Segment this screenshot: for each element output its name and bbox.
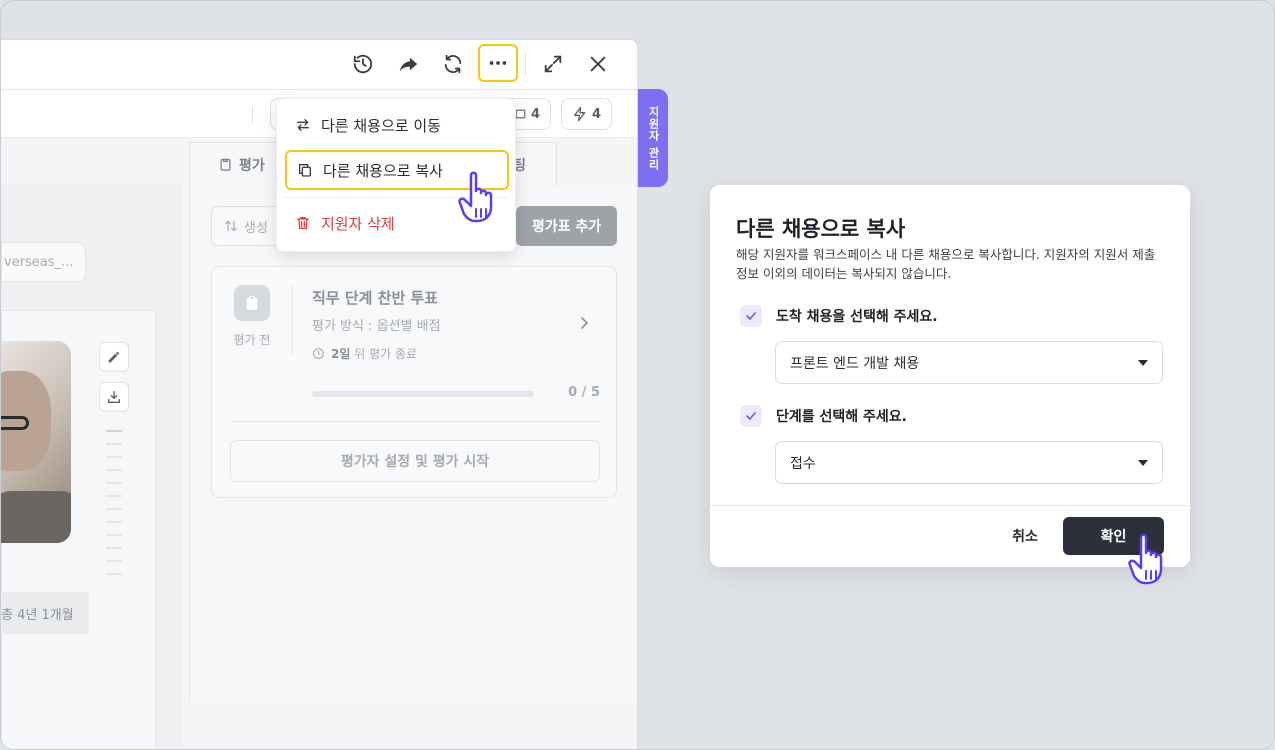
photo-shirt [1, 491, 71, 543]
profile-link-text: verseas_... [4, 254, 74, 270]
deadline-days: 2일 [331, 347, 351, 361]
profile-link-chip[interactable]: verseas_... [1, 242, 86, 282]
evaluation-progress-bar [312, 391, 534, 397]
pointer-hand-icon [458, 171, 493, 223]
evaluation-status: 평가 전 [233, 333, 271, 347]
close-button[interactable] [579, 46, 617, 82]
evaluation-deadline: 2일 뒤 평가 종료 [312, 345, 417, 362]
flash-count-badge[interactable]: 4 [561, 98, 612, 130]
flash-icon [573, 106, 586, 122]
share-icon [399, 57, 418, 72]
photo-glasses [1, 416, 29, 430]
career-text: 총 4년 1개월 [1, 607, 74, 623]
applicant-manage-tab[interactable]: 지원자 관리 [638, 89, 668, 187]
window-toolbar [1, 40, 637, 90]
history-button[interactable] [344, 46, 382, 82]
subbar-divider [252, 106, 253, 124]
sort-icon [225, 220, 237, 232]
copy-dialog: 다른 채용으로 복사 해당 지원자를 워크스페이스 내 다른 채용으로 복사합니… [710, 185, 1190, 567]
clipboard-icon [246, 295, 258, 310]
comment-count: 4 [530, 106, 540, 122]
check-icon [740, 305, 762, 327]
target-job-select[interactable]: 프론트 엔드 개발 채용 [775, 341, 1163, 384]
menu-item-move[interactable]: 다른 채용으로 이동 [285, 105, 509, 145]
evaluation-card-divider [230, 421, 600, 422]
app-frame: 4 4 verseas_... 총 4년 1개월 평가 팅 생성 평가표 추가 … [0, 0, 1275, 750]
pencil-icon [108, 351, 120, 363]
dialog-description: 해당 지원자를 워크스페이스 내 다른 채용으로 복사합니다. 지원자의 지원서… [736, 247, 1156, 281]
evaluation-status-icon [234, 285, 270, 321]
menu-item-copy-label: 다른 채용으로 복사 [323, 161, 443, 180]
edit-button[interactable] [99, 342, 129, 372]
profile-ruler [106, 430, 122, 586]
evaluation-title: 직무 단계 찬반 투표 [312, 289, 439, 307]
sort-label: 생성 [244, 220, 268, 236]
evaluation-divider [292, 285, 293, 355]
menu-item-move-label: 다른 채용으로 이동 [321, 116, 441, 135]
question-target-job-label: 도착 채용을 선택해 주세요. [776, 309, 938, 325]
caret-down-icon [1138, 460, 1148, 466]
more-icon [489, 61, 507, 65]
download-button[interactable] [99, 382, 129, 412]
caret-down-icon [1138, 360, 1148, 366]
menu-item-delete-label: 지원자 삭제 [321, 214, 395, 233]
cancel-button[interactable]: 취소 [1000, 517, 1050, 555]
stage-select[interactable]: 접수 [775, 441, 1163, 484]
expand-button[interactable] [534, 46, 572, 82]
start-evaluation-button[interactable]: 평가자 설정 및 평가 시작 [230, 440, 600, 482]
share-button[interactable] [389, 46, 427, 82]
dialog-title: 다른 채용으로 복사 [736, 217, 906, 241]
expand-icon [544, 55, 562, 73]
history-icon [353, 54, 373, 74]
flash-count: 4 [591, 106, 601, 122]
pointer-hand-icon [1128, 533, 1163, 585]
check-icon [740, 405, 762, 427]
download-icon [108, 391, 120, 403]
dialog-footer-divider [710, 505, 1190, 506]
stage-value: 접수 [790, 455, 816, 472]
career-summary: 총 4년 1개월 [1, 592, 89, 634]
more-button[interactable] [478, 44, 518, 82]
add-evaluation-button[interactable]: 평가표 추가 [516, 206, 617, 246]
trash-icon [297, 217, 309, 229]
profile-actions [99, 342, 129, 422]
clock-icon [313, 348, 324, 359]
question-target-job: 도착 채용을 선택해 주세요. [740, 305, 938, 327]
evaluation-pane: 생성 평가표 추가 평가 전 직무 단계 찬반 투표 평가 방식 : 옵션별 배… [189, 186, 637, 702]
applicant-photo [1, 341, 71, 543]
swap-icon [297, 119, 309, 131]
copy-icon [299, 164, 311, 177]
deadline-rest: 뒤 평가 종료 [354, 347, 418, 361]
applicant-manage-label: 지원자 관리 [647, 105, 660, 171]
chevron-right-icon[interactable] [578, 317, 590, 329]
question-stage-label: 단계를 선택해 주세요. [776, 409, 907, 425]
clipboard-icon [220, 158, 231, 171]
tab-evaluation-label: 평가 [239, 157, 265, 174]
refresh-icon [444, 54, 462, 74]
target-job-value: 프론트 엔드 개발 채용 [790, 355, 920, 372]
toolbar-divider [525, 53, 526, 75]
evaluation-progress-text: 0 / 5 [568, 385, 600, 400]
question-stage: 단계를 선택해 주세요. [740, 405, 907, 427]
evaluation-card[interactable]: 평가 전 직무 단계 찬반 투표 평가 방식 : 옵션별 배점 2일 뒤 평가 … [211, 266, 617, 498]
refresh-button[interactable] [434, 46, 472, 82]
close-icon [590, 56, 606, 72]
evaluation-method: 평가 방식 : 옵션별 배점 [312, 319, 441, 334]
